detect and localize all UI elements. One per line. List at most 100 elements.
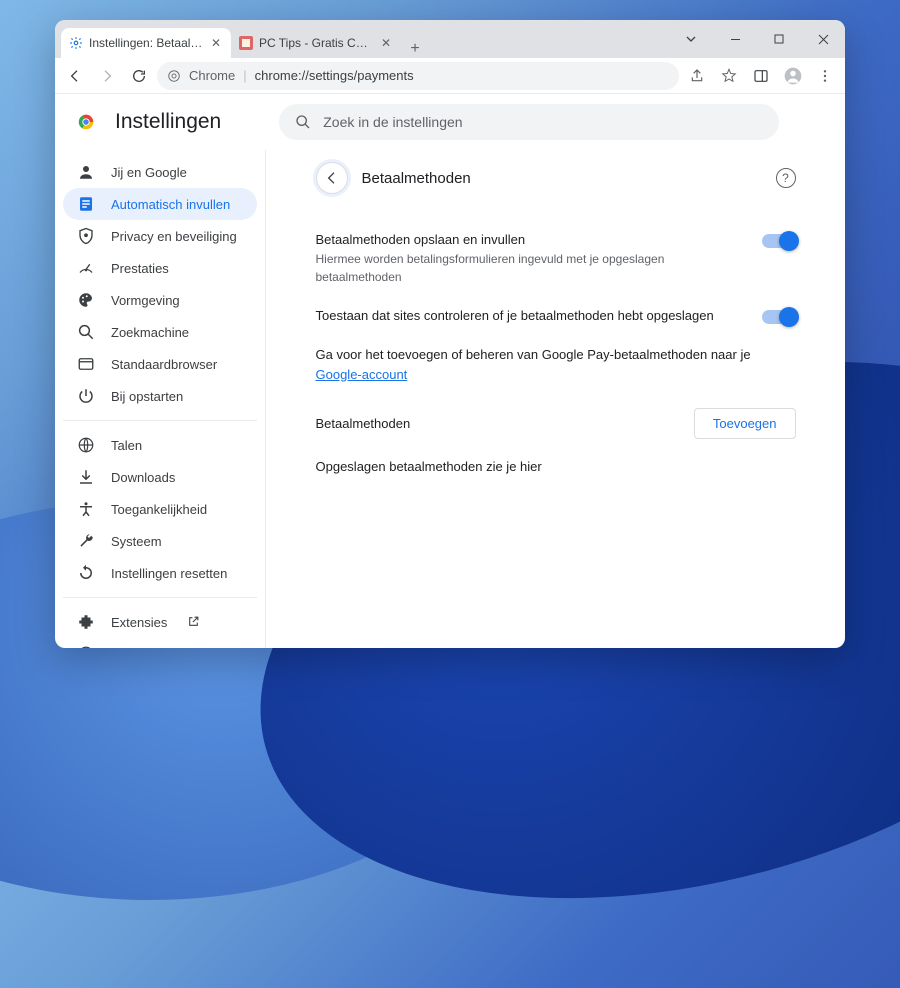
tab-pctips[interactable]: PC Tips - Gratis Computer Tips, h ✕ (231, 28, 401, 58)
person-icon (77, 163, 95, 181)
menu-icon[interactable] (811, 62, 839, 90)
search-placeholder: Zoek in de instellingen (323, 114, 462, 130)
palette-icon (77, 291, 95, 309)
sidebar-item-label: Standaardbrowser (111, 357, 217, 372)
toolbar: Chrome | chrome://settings/payments (55, 58, 845, 94)
help-icon[interactable]: ? (776, 168, 796, 188)
sidebar-item-power[interactable]: Bij opstarten (63, 380, 257, 412)
setting-title: Toestaan dat sites controleren of je bet… (316, 306, 746, 326)
extension-icon (77, 613, 95, 631)
accessibility-icon (77, 500, 95, 518)
side-panel-icon[interactable] (747, 62, 775, 90)
sidebar-item-globe[interactable]: Talen (63, 429, 257, 461)
site-icon (239, 36, 253, 50)
sidebar-item-label: Automatisch invullen (111, 197, 230, 212)
setting-title: Betaalmethoden opslaan en invullen (316, 230, 746, 250)
reset-icon (77, 564, 95, 582)
close-button[interactable] (801, 20, 845, 58)
sidebar-item-label: Talen (111, 438, 142, 453)
back-button[interactable] (61, 62, 89, 90)
share-icon[interactable] (683, 62, 711, 90)
sidebar-item-label: Prestaties (111, 261, 169, 276)
chevron-down-icon[interactable] (669, 20, 713, 58)
sidebar-item-extension[interactable]: Extensies (63, 606, 257, 638)
sidebar-item-browser[interactable]: Standaardbrowser (63, 348, 257, 380)
bookmark-icon[interactable] (715, 62, 743, 90)
sidebar-item-label: Downloads (111, 470, 175, 485)
sidebar-item-download[interactable]: Downloads (63, 461, 257, 493)
app-title: Instellingen (115, 110, 221, 134)
sidebar-item-wrench[interactable]: Systeem (63, 525, 257, 557)
sidebar-item-label: Vormgeving (111, 293, 180, 308)
google-account-link[interactable]: Google-account (316, 367, 408, 382)
maximize-button[interactable] (757, 20, 801, 58)
add-button[interactable]: Toevoegen (694, 408, 796, 439)
profile-icon[interactable] (779, 62, 807, 90)
new-tab-button[interactable]: + (401, 40, 429, 58)
download-icon (77, 468, 95, 486)
empty-state-text: Opgeslagen betaalmethoden zie je hier (316, 453, 796, 494)
section-label: Betaalmethoden (316, 416, 694, 431)
sidebar-item-speed[interactable]: Prestaties (63, 252, 257, 284)
autofill-icon (77, 195, 95, 213)
close-icon[interactable]: ✕ (209, 36, 223, 50)
page-title: Betaalmethoden (362, 170, 762, 187)
app-header: Instellingen Zoek in de instellingen (55, 94, 845, 150)
forward-button[interactable] (93, 62, 121, 90)
search-icon (295, 114, 311, 130)
gpay-prefix: Ga voor het toevoegen of beheren van Goo… (316, 347, 751, 362)
sidebar-item-palette[interactable]: Vormgeving (63, 284, 257, 316)
setting-save-fill: Betaalmethoden opslaan en invullen Hierm… (316, 220, 796, 296)
minimize-button[interactable] (713, 20, 757, 58)
sidebar-item-label: Zoekmachine (111, 325, 189, 340)
tab-settings[interactable]: Instellingen: Betaalmethoden ✕ (61, 28, 231, 58)
external-link-icon (187, 615, 201, 629)
settings-search[interactable]: Zoek in de instellingen (279, 104, 779, 140)
sidebar-item-label: Toegankelijkheid (111, 502, 207, 517)
sidebar-item-accessibility[interactable]: Toegankelijkheid (63, 493, 257, 525)
tab-title: Instellingen: Betaalmethoden (89, 36, 203, 50)
sidebar-item-chrome[interactable]: Over Chrome (63, 638, 257, 648)
chrome-window: Instellingen: Betaalmethoden ✕ PC Tips -… (55, 20, 845, 648)
sidebar-item-autofill[interactable]: Automatisch invullen (63, 188, 257, 220)
page-header: Betaalmethoden ? (316, 162, 796, 194)
search-icon (77, 323, 95, 341)
sidebar-item-label: Instellingen resetten (111, 566, 227, 581)
close-icon[interactable]: ✕ (379, 36, 393, 50)
sidebar-item-search[interactable]: Zoekmachine (63, 316, 257, 348)
back-button[interactable] (316, 162, 348, 194)
reload-button[interactable] (125, 62, 153, 90)
divider (63, 597, 257, 598)
main-panel: Betaalmethoden ? Betaalmethoden opslaan … (265, 150, 845, 648)
address-bar[interactable]: Chrome | chrome://settings/payments (157, 62, 679, 90)
setting-subtitle: Hiermee worden betalingsformulieren inge… (316, 250, 746, 286)
sidebar: Jij en Google Automatisch invullen Privacy… (55, 150, 265, 648)
gpay-note: Ga voor het toevoegen of beheren van Goo… (316, 335, 796, 394)
chrome-icon (77, 645, 95, 648)
shield-icon (77, 227, 95, 245)
wrench-icon (77, 532, 95, 550)
globe-icon (77, 436, 95, 454)
speed-icon (77, 259, 95, 277)
sidebar-item-label: Privacy en beveiliging (111, 229, 237, 244)
toggle-save-fill[interactable] (762, 234, 796, 248)
gear-icon (69, 36, 83, 50)
chrome-logo-icon (75, 111, 97, 133)
sidebar-item-reset[interactable]: Instellingen resetten (63, 557, 257, 589)
sidebar-item-label: Over Chrome (111, 647, 189, 649)
settings-app: Instellingen Zoek in de instellingen Jij… (55, 94, 845, 648)
payment-section-header: Betaalmethoden Toevoegen (316, 394, 796, 453)
sidebar-item-label: Systeem (111, 534, 162, 549)
scheme-label: Chrome (189, 68, 235, 83)
toggle-site-check[interactable] (762, 310, 796, 324)
sidebar-item-label: Jij en Google (111, 165, 187, 180)
sidebar-item-label: Bij opstarten (111, 389, 183, 404)
tab-title: PC Tips - Gratis Computer Tips, h (259, 36, 373, 50)
sidebar-item-shield[interactable]: Privacy en beveiliging (63, 220, 257, 252)
sidebar-item-label: Extensies (111, 615, 167, 630)
window-controls (669, 20, 845, 58)
titlebar: Instellingen: Betaalmethoden ✕ PC Tips -… (55, 20, 845, 58)
url-text: chrome://settings/payments (255, 68, 414, 83)
setting-site-check: Toestaan dat sites controleren of je bet… (316, 296, 796, 336)
sidebar-item-person[interactable]: Jij en Google (63, 156, 257, 188)
